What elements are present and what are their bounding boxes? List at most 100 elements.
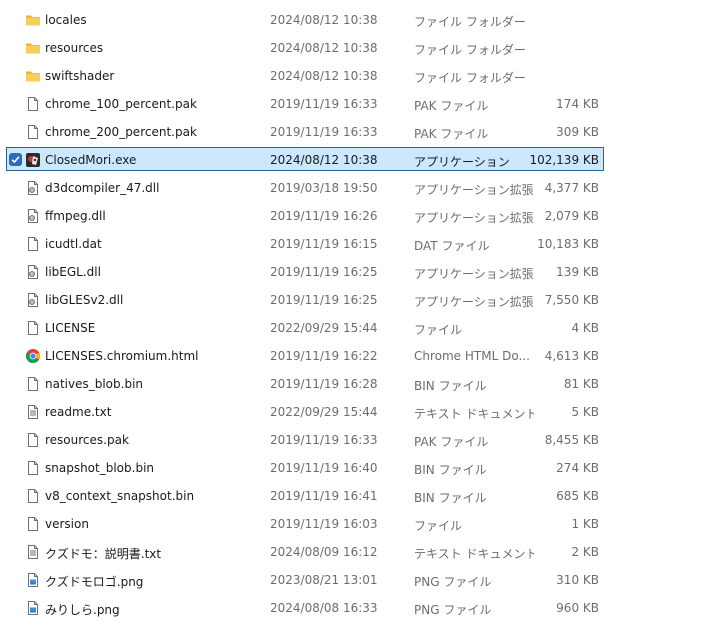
- file-list: locales 2024/08/12 10:38 ファイル フォルダー resourc…: [0, 6, 725, 622]
- file-size: 5 KB: [571, 405, 599, 419]
- app-exe-icon: [25, 152, 41, 168]
- dll-icon: [25, 208, 41, 224]
- file-name: クズドモロゴ.png: [45, 575, 144, 589]
- file-row[interactable]: icudtl.dat 2019/11/19 16:15 DAT ファイル 10,183…: [0, 230, 725, 258]
- file-row[interactable]: natives_blob.bin 2019/11/19 16:28 BIN ファイル…: [0, 370, 725, 398]
- file-name: libGLESv2.dll: [45, 293, 124, 307]
- file-name: resources: [45, 41, 104, 55]
- file-name: snapshot_blob.bin: [45, 461, 155, 475]
- file-row[interactable]: クズドモロゴ.png 2023/08/21 13:01 PNG ファイル 310 KB: [0, 566, 725, 594]
- file-name: chrome_200_percent.pak: [45, 125, 197, 139]
- file-type: アプリケーション拡張: [414, 183, 534, 197]
- file-size: 139 KB: [556, 265, 599, 279]
- text-file-icon: [25, 404, 41, 420]
- folder-icon: [25, 40, 41, 56]
- image-file-icon: [25, 572, 41, 588]
- file-type: アプリケーション拡張: [414, 211, 534, 225]
- file-date-modified: 2019/11/19 16:25: [270, 293, 378, 307]
- file-row[interactable]: resources.pak 2019/11/19 16:33 PAK ファイル 8,4…: [0, 426, 725, 454]
- file-date-modified: 2019/03/18 19:50: [270, 181, 378, 195]
- file-date-modified: 2019/11/19 16:28: [270, 377, 378, 391]
- file-date-modified: 2019/11/19 16:25: [270, 265, 378, 279]
- file-row[interactable]: readme.txt 2022/09/29 15:44 テキスト ドキュメント 5 K…: [0, 398, 725, 426]
- file-name: chrome_100_percent.pak: [45, 97, 197, 111]
- file-name: ffmpeg.dll: [45, 209, 106, 223]
- text-file-icon: [25, 544, 41, 560]
- file-row[interactable]: LICENSE 2022/09/29 15:44 ファイル 4 KB: [0, 314, 725, 342]
- file-size: 685 KB: [556, 489, 599, 503]
- file-size: 2 KB: [571, 545, 599, 559]
- file-row[interactable]: chrome_200_percent.pak 2019/11/19 16:33 PA…: [0, 118, 725, 146]
- file-size: 309 KB: [556, 125, 599, 139]
- file-icon: [25, 320, 41, 336]
- file-name: readme.txt: [45, 405, 112, 419]
- file-row[interactable]: locales 2024/08/12 10:38 ファイル フォルダー: [0, 6, 725, 34]
- file-size: 8,455 KB: [544, 433, 599, 447]
- file-type: ファイル フォルダー: [414, 15, 526, 29]
- file-size: 102,139 KB: [529, 153, 599, 167]
- file-icon: [25, 96, 41, 112]
- file-name: libEGL.dll: [45, 265, 101, 279]
- file-icon: [25, 488, 41, 504]
- file-icon: [25, 516, 41, 532]
- file-date-modified: 2024/08/08 16:33: [270, 601, 378, 615]
- image-file-icon: [25, 600, 41, 616]
- file-name: locales: [45, 13, 87, 27]
- file-size: 10,183 KB: [537, 237, 599, 251]
- file-type: ファイル: [414, 519, 463, 533]
- file-date-modified: 2019/11/19 16:41: [270, 489, 378, 503]
- file-name: LICENSE: [45, 321, 96, 335]
- file-row[interactable]: libGLESv2.dll 2019/11/19 16:25 アプリケーション拡張 7…: [0, 286, 725, 314]
- file-date-modified: 2019/11/19 16:03: [270, 517, 378, 531]
- file-row[interactable]: resources 2024/08/12 10:38 ファイル フォルダー: [0, 34, 725, 62]
- file-name: v8_context_snapshot.bin: [45, 489, 195, 503]
- file-size: 960 KB: [556, 601, 599, 615]
- file-icon: [25, 432, 41, 448]
- file-row[interactable]: snapshot_blob.bin 2019/11/19 16:40 BIN ファイ…: [0, 454, 725, 482]
- file-size: 7,550 KB: [544, 293, 599, 307]
- file-date-modified: 2022/09/29 15:44: [270, 405, 378, 419]
- row-checkbox[interactable]: [9, 153, 22, 166]
- file-type: アプリケーション: [414, 155, 510, 169]
- file-row[interactable]: LICENSES.chromium.html 2019/11/19 16:22 Ch…: [0, 342, 725, 370]
- file-row[interactable]: swiftshader 2024/08/12 10:38 ファイル フォルダー: [0, 62, 725, 90]
- file-type: PAK ファイル: [414, 99, 489, 113]
- file-type: PNG ファイル: [414, 603, 492, 617]
- file-type: ファイル: [414, 323, 463, 337]
- file-size: 4 KB: [571, 321, 599, 335]
- file-date-modified: 2019/11/19 16:40: [270, 461, 378, 475]
- file-row[interactable]: クズドモ：説明書.txt 2024/08/09 16:12 テキスト ドキュメント 2…: [0, 538, 725, 566]
- file-icon: [25, 376, 41, 392]
- file-name: d3dcompiler_47.dll: [45, 181, 160, 195]
- file-size: 274 KB: [556, 461, 599, 475]
- file-name: natives_blob.bin: [45, 377, 144, 391]
- file-icon: [25, 236, 41, 252]
- file-row[interactable]: chrome_100_percent.pak 2019/11/19 16:33 PA…: [0, 90, 725, 118]
- file-type: PNG ファイル: [414, 575, 492, 589]
- file-date-modified: 2024/08/12 10:38: [270, 69, 378, 83]
- file-date-modified: 2019/11/19 16:33: [270, 433, 378, 447]
- file-date-modified: 2023/08/21 13:01: [270, 573, 378, 587]
- file-type: Chrome HTML Do...: [414, 349, 530, 363]
- file-row[interactable]: みりしら.png 2024/08/08 16:33 PNG ファイル 960 KB: [0, 594, 725, 622]
- folder-icon: [25, 12, 41, 28]
- file-size: 4,377 KB: [544, 181, 599, 195]
- file-row[interactable]: libEGL.dll 2019/11/19 16:25 アプリケーション拡張 139 …: [0, 258, 725, 286]
- file-date-modified: 2024/08/12 10:38: [270, 153, 378, 167]
- file-name: みりしら.png: [45, 603, 120, 617]
- file-date-modified: 2024/08/12 10:38: [270, 41, 378, 55]
- file-row[interactable]: ffmpeg.dll 2019/11/19 16:26 アプリケーション拡張 2,07…: [0, 202, 725, 230]
- file-row[interactable]: d3dcompiler_47.dll 2019/03/18 19:50 アプリケーシ…: [0, 174, 725, 202]
- dll-icon: [25, 180, 41, 196]
- file-name: ClosedMori.exe: [45, 153, 137, 167]
- file-type: アプリケーション拡張: [414, 295, 534, 309]
- file-date-modified: 2019/11/19 16:26: [270, 209, 378, 223]
- file-date-modified: 2019/11/19 16:33: [270, 97, 378, 111]
- file-type: ファイル フォルダー: [414, 43, 526, 57]
- dll-icon: [25, 264, 41, 280]
- file-type: PAK ファイル: [414, 435, 489, 449]
- file-row[interactable]: ClosedMori.exe 2024/08/12 10:38 アプリケーション 10…: [0, 146, 725, 174]
- file-row[interactable]: v8_context_snapshot.bin 2019/11/19 16:41 B…: [0, 482, 725, 510]
- file-name: LICENSES.chromium.html: [45, 349, 199, 363]
- file-row[interactable]: version 2019/11/19 16:03 ファイル 1 KB: [0, 510, 725, 538]
